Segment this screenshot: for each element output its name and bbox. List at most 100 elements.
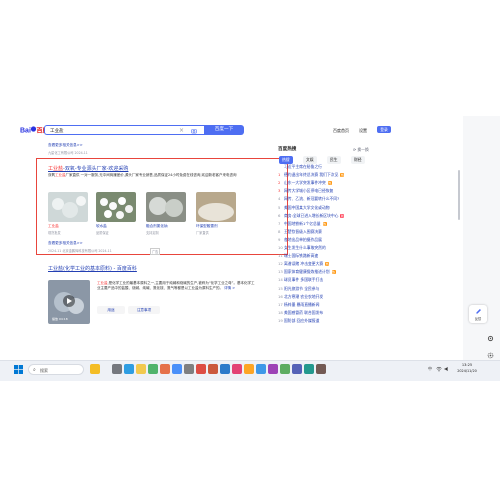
edge-browser-icon[interactable] bbox=[124, 364, 134, 374]
hot-search-item[interactable]: 10女生发生什么事故突然的 bbox=[278, 245, 326, 251]
app-icon-13[interactable] bbox=[244, 364, 254, 374]
app-icon-18[interactable] bbox=[304, 364, 314, 374]
thumb-softener-salt[interactable] bbox=[96, 192, 136, 222]
hot-tab-finance[interactable]: 财经 bbox=[351, 156, 365, 164]
hot-tab-hot[interactable]: 热搜 bbox=[279, 156, 293, 164]
hot-item-badge: 新 bbox=[340, 213, 345, 218]
baike-title[interactable]: 工业盐(化学工业的基本原料) - 百度百科 bbox=[48, 265, 137, 272]
hot-search-item[interactable]: 5 美国中国某大学文化或动物 bbox=[278, 205, 330, 211]
thumb-caption-2[interactable]: 软水盐 bbox=[96, 224, 107, 229]
wps-app-icon[interactable] bbox=[196, 364, 206, 374]
hot-item-badge: 热 bbox=[340, 173, 345, 178]
hot-search-item[interactable]: 6 商务:全球已进入增长新区块中心新 bbox=[278, 212, 345, 219]
file-explorer-icon[interactable] bbox=[136, 364, 146, 374]
feedback-button[interactable]: 反馈 bbox=[469, 305, 487, 323]
baike-usage-button[interactable]: 用途 bbox=[97, 306, 125, 314]
windows-start-icon[interactable] bbox=[14, 365, 23, 374]
app-icon-15[interactable] bbox=[268, 364, 278, 374]
hot-search-item[interactable]: 习近平主席在秘鲁之行 bbox=[278, 164, 322, 170]
baidu-logo[interactable]: Bai 百度 bbox=[20, 124, 46, 135]
clock-time[interactable]: 13:25 bbox=[456, 363, 478, 367]
task-view-icon[interactable] bbox=[112, 364, 122, 374]
settings-app-icon[interactable] bbox=[184, 364, 194, 374]
thumb-caption-1[interactable]: 工业盐 bbox=[48, 224, 59, 229]
search-button[interactable]: 百度一下 bbox=[204, 125, 244, 135]
weather-app-icon[interactable] bbox=[90, 364, 100, 374]
hot-tab-ent[interactable]: 文娱 bbox=[303, 156, 317, 164]
hot-item-title: 美国中国某大学文化或动物 bbox=[284, 204, 330, 210]
app-icon-12[interactable] bbox=[232, 364, 242, 374]
ad-more-link[interactable]: 查看更多相关信息>> bbox=[48, 241, 83, 246]
ad-title-rest: -双氧-专业源头厂家-欢迎采购 bbox=[63, 166, 129, 172]
thumb-industrial-salt[interactable] bbox=[48, 192, 88, 222]
settings-gear-icon[interactable] bbox=[487, 335, 494, 342]
app-icon-17[interactable] bbox=[292, 364, 302, 374]
app-icon-19[interactable] bbox=[316, 364, 326, 374]
hot-search-item[interactable]: 13国家体育健康锻炼推进计划热 bbox=[278, 269, 336, 275]
hot-item-title: 网传大学城小区停电已经恢复 bbox=[284, 188, 334, 194]
hot-search-item[interactable]: 14球员事件 多国联手打击 bbox=[278, 277, 323, 283]
hot-search-item[interactable]: 17杨梓墨 暴雨直播新闻 bbox=[278, 302, 319, 308]
wifi-icon[interactable] bbox=[436, 366, 442, 372]
app-icon-14[interactable] bbox=[256, 364, 266, 374]
clock-date[interactable]: 2024/11/20 bbox=[454, 369, 480, 373]
login-button[interactable]: 登录 bbox=[377, 126, 391, 133]
hot-search-item[interactable]: 8 王楚钦晋级入围赛决赛 bbox=[278, 229, 322, 235]
hot-search-item[interactable]: 11瑞士国际铁路新高速 bbox=[278, 253, 318, 259]
camera-icon[interactable] bbox=[191, 128, 197, 134]
refresh-button[interactable]: ⟳ 换一换 bbox=[353, 147, 369, 153]
hot-item-title: 北方寒潮 农业农地开发 bbox=[284, 293, 324, 299]
thumb-caption-4[interactable]: 环保型融雪剂 bbox=[196, 224, 218, 229]
ad-desc-rest: 厂家直供 一对一服务,无中间商赚差价,源头厂家专业销售,品质保证24小时免费在线… bbox=[65, 173, 237, 177]
baike-notes-button[interactable]: 注意事项 bbox=[128, 306, 160, 314]
ad-description: 双氧工业盐厂家直供 一对一服务,无中间商赚差价,源头厂家专业销售,品质保证24小… bbox=[48, 173, 272, 178]
volume-icon[interactable] bbox=[444, 366, 450, 372]
hot-item-title: 国家体育健康锻炼推进计划 bbox=[284, 269, 330, 275]
hot-item-title: 德约退出年终总决赛 我们下次见 bbox=[284, 172, 339, 178]
home-link[interactable]: 百度首页 bbox=[333, 128, 349, 134]
hot-tab-livelihood[interactable]: 民生 bbox=[327, 156, 341, 164]
thumb-sodium-chloride[interactable] bbox=[146, 192, 186, 222]
page-scrollbar[interactable] bbox=[458, 170, 460, 220]
hot-search-item[interactable]: 12离谱误赌 冲击变更大赛热 bbox=[278, 261, 330, 267]
ad-tag: 广告 bbox=[150, 248, 161, 255]
taskbar-search[interactable]: ⌕ 搜索 bbox=[28, 364, 84, 375]
hot-search-heading[interactable]: 百度热搜 bbox=[278, 146, 296, 152]
hot-search-item[interactable]: 1 德约退出年终总决赛 我们下次见热 bbox=[278, 172, 345, 178]
hot-search-item[interactable]: 15阳光旅游节 全民参与 bbox=[278, 286, 319, 292]
thumb-snow-melt-agent[interactable] bbox=[196, 192, 236, 222]
settings-link[interactable]: 设置 bbox=[359, 128, 367, 134]
svg-text:Bai: Bai bbox=[20, 128, 31, 135]
prev-more-link[interactable]: 查看更多相关信息>> bbox=[48, 143, 83, 148]
chrome-browser-icon[interactable] bbox=[148, 364, 158, 374]
hot-item-title: 中国地铁新1个亿总量 bbox=[284, 220, 321, 226]
ad-title[interactable]: 工业盐-双氧-专业源头厂家-欢迎采购 bbox=[48, 165, 286, 172]
photos-app-icon[interactable] bbox=[172, 364, 182, 374]
hot-item-badge: 热 bbox=[327, 181, 332, 186]
hot-search-item[interactable]: 19国防部 回应外媒报道 bbox=[278, 318, 319, 324]
hot-item-title: 离谱误赌 冲击变更大赛 bbox=[284, 261, 324, 267]
office-app-icon[interactable] bbox=[208, 364, 218, 374]
store-app-icon[interactable] bbox=[160, 364, 170, 374]
app-icon-16[interactable] bbox=[280, 364, 290, 374]
search-input[interactable]: 工业盐 × bbox=[44, 125, 204, 135]
hot-search-item[interactable]: 3 网传大学城小区停电已经恢复 bbox=[278, 188, 333, 194]
hot-search-item[interactable]: 7 中国地铁新1个亿总量热 bbox=[278, 221, 327, 227]
thumb-caption-3[interactable]: 融合剂氯化钠 bbox=[146, 224, 168, 229]
hot-item-title: 习近平主席在秘鲁之行 bbox=[284, 164, 322, 169]
gear-icon[interactable] bbox=[487, 352, 494, 359]
ad-title-keyword: 工业盐 bbox=[48, 166, 64, 172]
baike-detail-link[interactable]: 详情 > bbox=[224, 286, 235, 290]
search-icon: ⌕ bbox=[33, 367, 36, 373]
baike-desc-keyword: 工业盐 bbox=[97, 281, 108, 285]
hot-search-item[interactable]: 16北方寒潮 农业农地开发 bbox=[278, 294, 323, 300]
hot-search-item[interactable]: 4 网传、乙流、新冠要转什么不同? bbox=[278, 196, 339, 202]
clear-icon[interactable]: × bbox=[179, 127, 184, 134]
hot-search-item[interactable]: 9 各地出品单拍摄作品展 bbox=[278, 237, 322, 243]
hot-item-title: 瑞士国际铁路新高速 bbox=[284, 253, 319, 259]
ime-indicator[interactable]: 中 bbox=[428, 366, 432, 372]
hot-item-title: 商务:全球已进入增长新区块中心 bbox=[284, 212, 339, 218]
hot-search-item[interactable]: 18美国感冒药 联合国发布 bbox=[278, 310, 323, 316]
app-icon-11[interactable] bbox=[220, 364, 230, 374]
hot-search-item[interactable]: 2 山东一大学突发事件冲突热 bbox=[278, 180, 332, 186]
